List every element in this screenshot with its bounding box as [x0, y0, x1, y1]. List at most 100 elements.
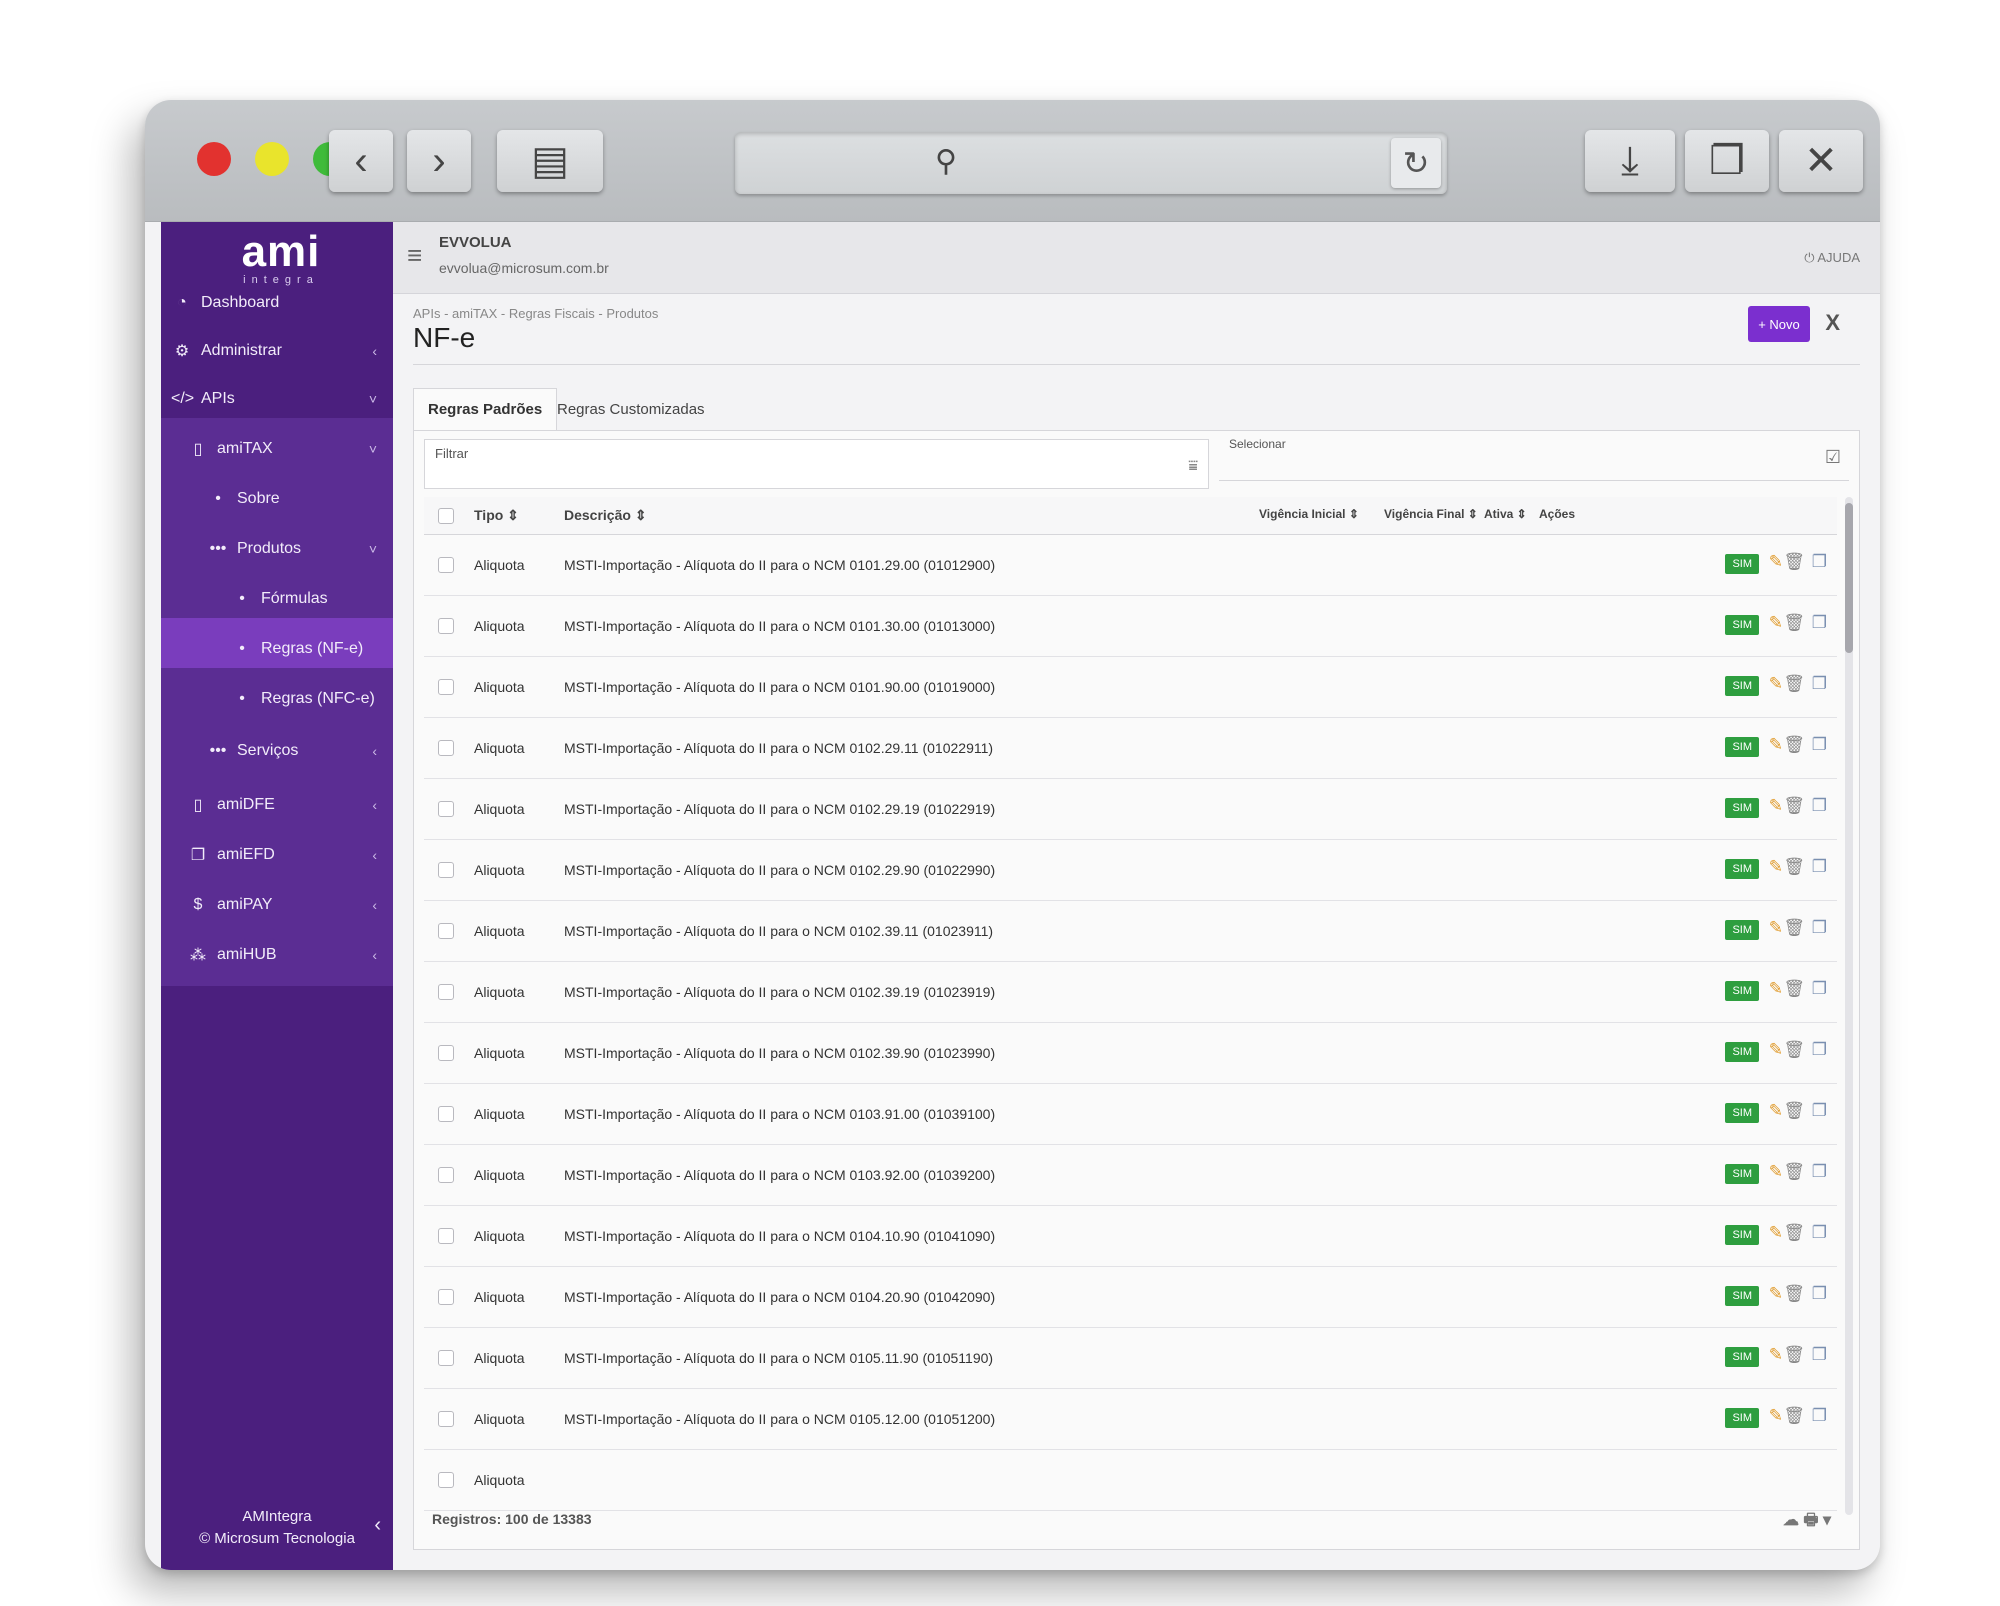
- table-row[interactable]: Aliquota MSTI-Importação - Alíquota do II…: [424, 1145, 1837, 1206]
- delete-icon[interactable]: 🗑: [1783, 735, 1805, 755]
- row-checkbox[interactable]: [438, 618, 454, 634]
- table-row[interactable]: Aliquota MSTI-Importação - Alíquota do II…: [424, 1389, 1837, 1450]
- edit-icon[interactable]: ✎: [1769, 735, 1783, 755]
- copy-icon[interactable]: ❐: [1812, 1101, 1827, 1121]
- sidebar-toggle-button[interactable]: ▤: [497, 130, 603, 192]
- copy-icon[interactable]: ❐: [1812, 1284, 1827, 1304]
- copy-icon[interactable]: ❐: [1812, 1223, 1827, 1243]
- row-checkbox[interactable]: [438, 679, 454, 695]
- filter-input[interactable]: Filtrar ⩸: [424, 439, 1209, 489]
- table-row[interactable]: Aliquota MSTI-Importação - Alíquota do II…: [424, 657, 1837, 718]
- delete-icon[interactable]: 🗑: [1783, 674, 1805, 694]
- delete-icon[interactable]: 🗑: [1783, 857, 1805, 877]
- row-checkbox[interactable]: [438, 1228, 454, 1244]
- row-checkbox[interactable]: [438, 740, 454, 756]
- help-link[interactable]: ⏻ AJUDA: [1804, 250, 1860, 266]
- copy-icon[interactable]: ❐: [1812, 1040, 1827, 1060]
- download-button[interactable]: ⤓: [1585, 130, 1675, 192]
- copy-icon[interactable]: ❐: [1812, 979, 1827, 999]
- copy-icon[interactable]: ❐: [1812, 857, 1827, 877]
- row-checkbox[interactable]: [438, 557, 454, 573]
- edit-icon[interactable]: ✎: [1769, 674, 1783, 694]
- delete-icon[interactable]: 🗑: [1783, 979, 1805, 999]
- table-row[interactable]: Aliquota MSTI-Importação - Alíquota do II…: [424, 962, 1837, 1023]
- delete-icon[interactable]: 🗑: [1783, 1345, 1805, 1365]
- copy-icon[interactable]: ❐: [1812, 613, 1827, 633]
- row-checkbox[interactable]: [438, 923, 454, 939]
- table-row[interactable]: Aliquota MSTI-Importação - Alíquota do II…: [424, 1267, 1837, 1328]
- column-descricao[interactable]: Descrição ⇕: [564, 507, 647, 524]
- row-checkbox[interactable]: [438, 1350, 454, 1366]
- sidebar-item-servi-os[interactable]: ••• Serviços ‹: [161, 720, 393, 782]
- copy-icon[interactable]: ❐: [1812, 1162, 1827, 1182]
- back-button[interactable]: ‹: [329, 130, 393, 192]
- close-page-button[interactable]: X: [1825, 310, 1840, 336]
- row-checkbox[interactable]: [438, 1045, 454, 1061]
- close-browser-button[interactable]: ✕: [1779, 130, 1863, 192]
- tab-regras-customizadas[interactable]: Regras Customizadas: [543, 388, 719, 430]
- row-checkbox[interactable]: [438, 1106, 454, 1122]
- delete-icon[interactable]: 🗑: [1783, 552, 1805, 572]
- row-checkbox[interactable]: [438, 1472, 454, 1488]
- delete-icon[interactable]: 🗑: [1783, 1284, 1805, 1304]
- edit-icon[interactable]: ✎: [1769, 918, 1783, 938]
- edit-icon[interactable]: ✎: [1769, 1284, 1783, 1304]
- edit-icon[interactable]: ✎: [1769, 979, 1783, 999]
- edit-icon[interactable]: ✎: [1769, 1162, 1783, 1182]
- row-checkbox[interactable]: [438, 1411, 454, 1427]
- edit-icon[interactable]: ✎: [1769, 1223, 1783, 1243]
- row-checkbox[interactable]: [438, 1167, 454, 1183]
- menu-icon[interactable]: ≡: [407, 240, 422, 271]
- scrollbar-thumb[interactable]: [1845, 503, 1853, 653]
- table-row[interactable]: Aliquota MSTI-Importação - Alíquota do II…: [424, 901, 1837, 962]
- edit-icon[interactable]: ✎: [1769, 1406, 1783, 1426]
- select-field[interactable]: Selecionar ☑: [1219, 431, 1849, 481]
- column-vigencia-inicial[interactable]: Vigência Inicial ⇕: [1259, 507, 1359, 521]
- delete-icon[interactable]: 🗑: [1783, 613, 1805, 633]
- table-row[interactable]: Aliquota MSTI-Importação - Alíquota do II…: [424, 779, 1837, 840]
- new-button[interactable]: + Novo: [1748, 306, 1810, 342]
- column-ativa[interactable]: Ativa ⇕: [1484, 507, 1527, 521]
- copy-icon[interactable]: ❐: [1812, 735, 1827, 755]
- copy-icon[interactable]: ❐: [1812, 552, 1827, 572]
- duplicate-button[interactable]: ❐: [1685, 130, 1769, 192]
- edit-icon[interactable]: ✎: [1769, 1040, 1783, 1060]
- copy-icon[interactable]: ❐: [1812, 918, 1827, 938]
- filter-icon[interactable]: ⩸: [1188, 458, 1198, 476]
- minimize-window-dot[interactable]: [255, 142, 289, 176]
- edit-icon[interactable]: ✎: [1769, 1101, 1783, 1121]
- close-window-dot[interactable]: [197, 142, 231, 176]
- delete-icon[interactable]: 🗑: [1783, 1101, 1805, 1121]
- delete-icon[interactable]: 🗑: [1783, 796, 1805, 816]
- copy-icon[interactable]: ❐: [1812, 796, 1827, 816]
- table-row[interactable]: Aliquota MSTI-Importação - Alíquota do II…: [424, 1206, 1837, 1267]
- checkbox-icon[interactable]: ☑: [1825, 447, 1841, 468]
- delete-icon[interactable]: 🗑: [1783, 1223, 1805, 1243]
- column-vigencia-final[interactable]: Vigência Final ⇕: [1384, 507, 1478, 521]
- sidebar-item-amihub[interactable]: ⁂ amiHUB ‹: [161, 924, 393, 986]
- delete-icon[interactable]: 🗑: [1783, 1040, 1805, 1060]
- table-row[interactable]: Aliquota MSTI-Importação - Alíquota do II…: [424, 1328, 1837, 1389]
- table-row[interactable]: Aliquota MSTI-Importação - Alíquota do II…: [424, 718, 1837, 779]
- table-row[interactable]: Aliquota MSTI-Importação - Alíquota do II…: [424, 596, 1837, 657]
- delete-icon[interactable]: 🗑: [1783, 1162, 1805, 1182]
- delete-icon[interactable]: 🗑: [1783, 1406, 1805, 1426]
- table-row[interactable]: Aliquota MSTI-Importação - Alíquota do II…: [424, 840, 1837, 901]
- table-row[interactable]: Aliquota MSTI-Importação - Alíquota do II…: [424, 1023, 1837, 1084]
- row-checkbox[interactable]: [438, 1289, 454, 1305]
- copy-icon[interactable]: ❐: [1812, 674, 1827, 694]
- delete-icon[interactable]: 🗑: [1783, 918, 1805, 938]
- copy-icon[interactable]: ❐: [1812, 1406, 1827, 1426]
- select-all-checkbox[interactable]: [438, 508, 454, 524]
- reload-button[interactable]: ↻: [1391, 138, 1441, 188]
- column-tipo[interactable]: Tipo ⇕: [474, 507, 519, 524]
- edit-icon[interactable]: ✎: [1769, 1345, 1783, 1365]
- row-checkbox[interactable]: [438, 984, 454, 1000]
- export-tools-icon[interactable]: ☁ 🖶 ▾: [1783, 1509, 1831, 1536]
- edit-icon[interactable]: ✎: [1769, 857, 1783, 877]
- collapse-sidebar-icon[interactable]: ‹: [374, 1514, 381, 1536]
- forward-button[interactable]: ›: [407, 130, 471, 192]
- table-row[interactable]: Aliquota MSTI-Importação - Alíquota do II…: [424, 1084, 1837, 1145]
- copy-icon[interactable]: ❐: [1812, 1345, 1827, 1365]
- row-checkbox[interactable]: [438, 862, 454, 878]
